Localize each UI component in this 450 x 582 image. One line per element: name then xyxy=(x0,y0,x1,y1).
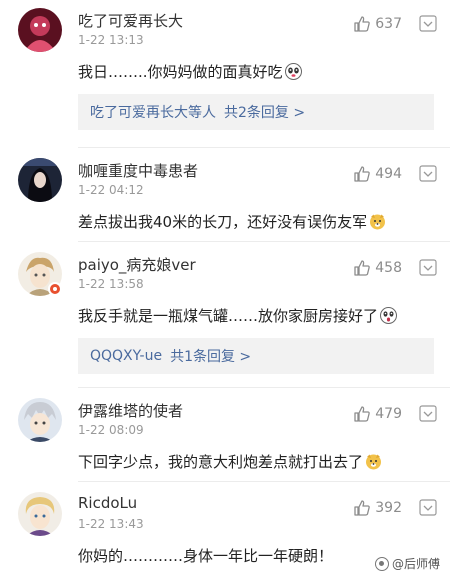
divider xyxy=(78,387,450,388)
thumbs-up-icon xyxy=(354,16,371,32)
reply-users: QQQXY-ue xyxy=(90,348,163,364)
more-options-button[interactable] xyxy=(418,498,440,518)
comment-time: 1-22 08:09 xyxy=(78,423,144,437)
reply-count: 共2条回复 > xyxy=(224,105,306,121)
avatar[interactable] xyxy=(18,158,62,202)
username[interactable]: 咖喱重度中毒患者 xyxy=(78,160,198,181)
comment-time: 1-22 04:12 xyxy=(78,183,144,197)
like-button[interactable]: 458 xyxy=(353,258,402,278)
comment-text-content: 差点拔出我40米的长刀，还好没有误伤友军 xyxy=(78,213,368,231)
like-button[interactable]: 637 xyxy=(353,14,402,34)
comment-text: 我反手就是一瓶煤气罐……放你家厨房接好了 xyxy=(78,305,398,326)
chevron-down-box-icon xyxy=(419,259,437,276)
reply-count: 共1条回复 > xyxy=(170,349,252,365)
reply-summary-link[interactable]: 吃了可爱再长大等人 共2条回复 > xyxy=(78,94,434,130)
doge-emoji xyxy=(365,453,382,470)
like-count: 392 xyxy=(375,500,402,516)
comment-text: 我日……..你妈妈做的面真好吃 xyxy=(78,61,302,82)
reply-users: 吃了可爱再长大等人 xyxy=(90,105,216,121)
doge-emoji xyxy=(369,213,386,230)
thumbs-up-icon xyxy=(354,260,371,276)
divider xyxy=(78,241,450,242)
thumbs-up-icon xyxy=(354,166,371,182)
comment-text: 差点拔出我40米的长刀，还好没有误伤友军 xyxy=(78,211,386,232)
panda-face-emoji xyxy=(284,63,302,80)
username[interactable]: RicdoLu xyxy=(78,494,137,512)
comment-time: 1-22 13:58 xyxy=(78,277,144,291)
weibo-logo-icon xyxy=(374,556,389,571)
more-options-button[interactable] xyxy=(418,258,440,278)
avatar[interactable] xyxy=(18,398,62,442)
chevron-down-box-icon xyxy=(419,15,437,32)
thumbs-up-icon xyxy=(354,500,371,516)
divider xyxy=(78,147,450,148)
comment-text-content: 下回字少点，我的意大利炮差点就打出去了 xyxy=(78,453,364,471)
chevron-down-box-icon xyxy=(419,499,437,516)
chevron-down-box-icon xyxy=(419,405,437,422)
username[interactable]: 伊露维塔的使者 xyxy=(78,400,183,421)
shocked-face-emoji xyxy=(380,307,398,324)
like-button[interactable]: 479 xyxy=(353,404,402,424)
comment-time: 1-22 13:43 xyxy=(78,517,144,531)
comment-time: 1-22 13:13 xyxy=(78,33,144,47)
comment-text-content: 你妈的…………身体一年比一年硬朗！ xyxy=(78,547,334,565)
chevron-down-box-icon xyxy=(419,165,437,182)
more-options-button[interactable] xyxy=(418,404,440,424)
like-count: 479 xyxy=(375,406,402,422)
thumbs-up-icon xyxy=(354,406,371,422)
like-count: 637 xyxy=(375,16,402,32)
watermark: @后师傅 xyxy=(374,555,440,572)
like-count: 458 xyxy=(375,260,402,276)
divider xyxy=(78,481,450,482)
more-options-button[interactable] xyxy=(418,14,440,34)
watermark-text: @后师傅 xyxy=(391,557,440,571)
like-button[interactable]: 392 xyxy=(353,498,402,518)
avatar[interactable] xyxy=(18,8,62,52)
username[interactable]: 吃了可爱再长大 xyxy=(78,10,183,31)
more-options-button[interactable] xyxy=(418,164,440,184)
comment-text-content: 我日……..你妈妈做的面真好吃 xyxy=(78,63,283,81)
comment-text: 下回字少点，我的意大利炮差点就打出去了 xyxy=(78,451,382,472)
like-count: 494 xyxy=(375,166,402,182)
avatar[interactable] xyxy=(18,492,62,536)
verified-badge-icon xyxy=(48,282,62,296)
like-button[interactable]: 494 xyxy=(353,164,402,184)
username[interactable]: paiyo_病充娘ver xyxy=(78,254,196,275)
comment-text: 你妈的…………身体一年比一年硬朗！ xyxy=(78,545,333,566)
comment-text-content: 我反手就是一瓶煤气罐……放你家厨房接好了 xyxy=(78,307,379,325)
reply-summary-link[interactable]: QQQXY-ue 共1条回复 > xyxy=(78,338,434,374)
